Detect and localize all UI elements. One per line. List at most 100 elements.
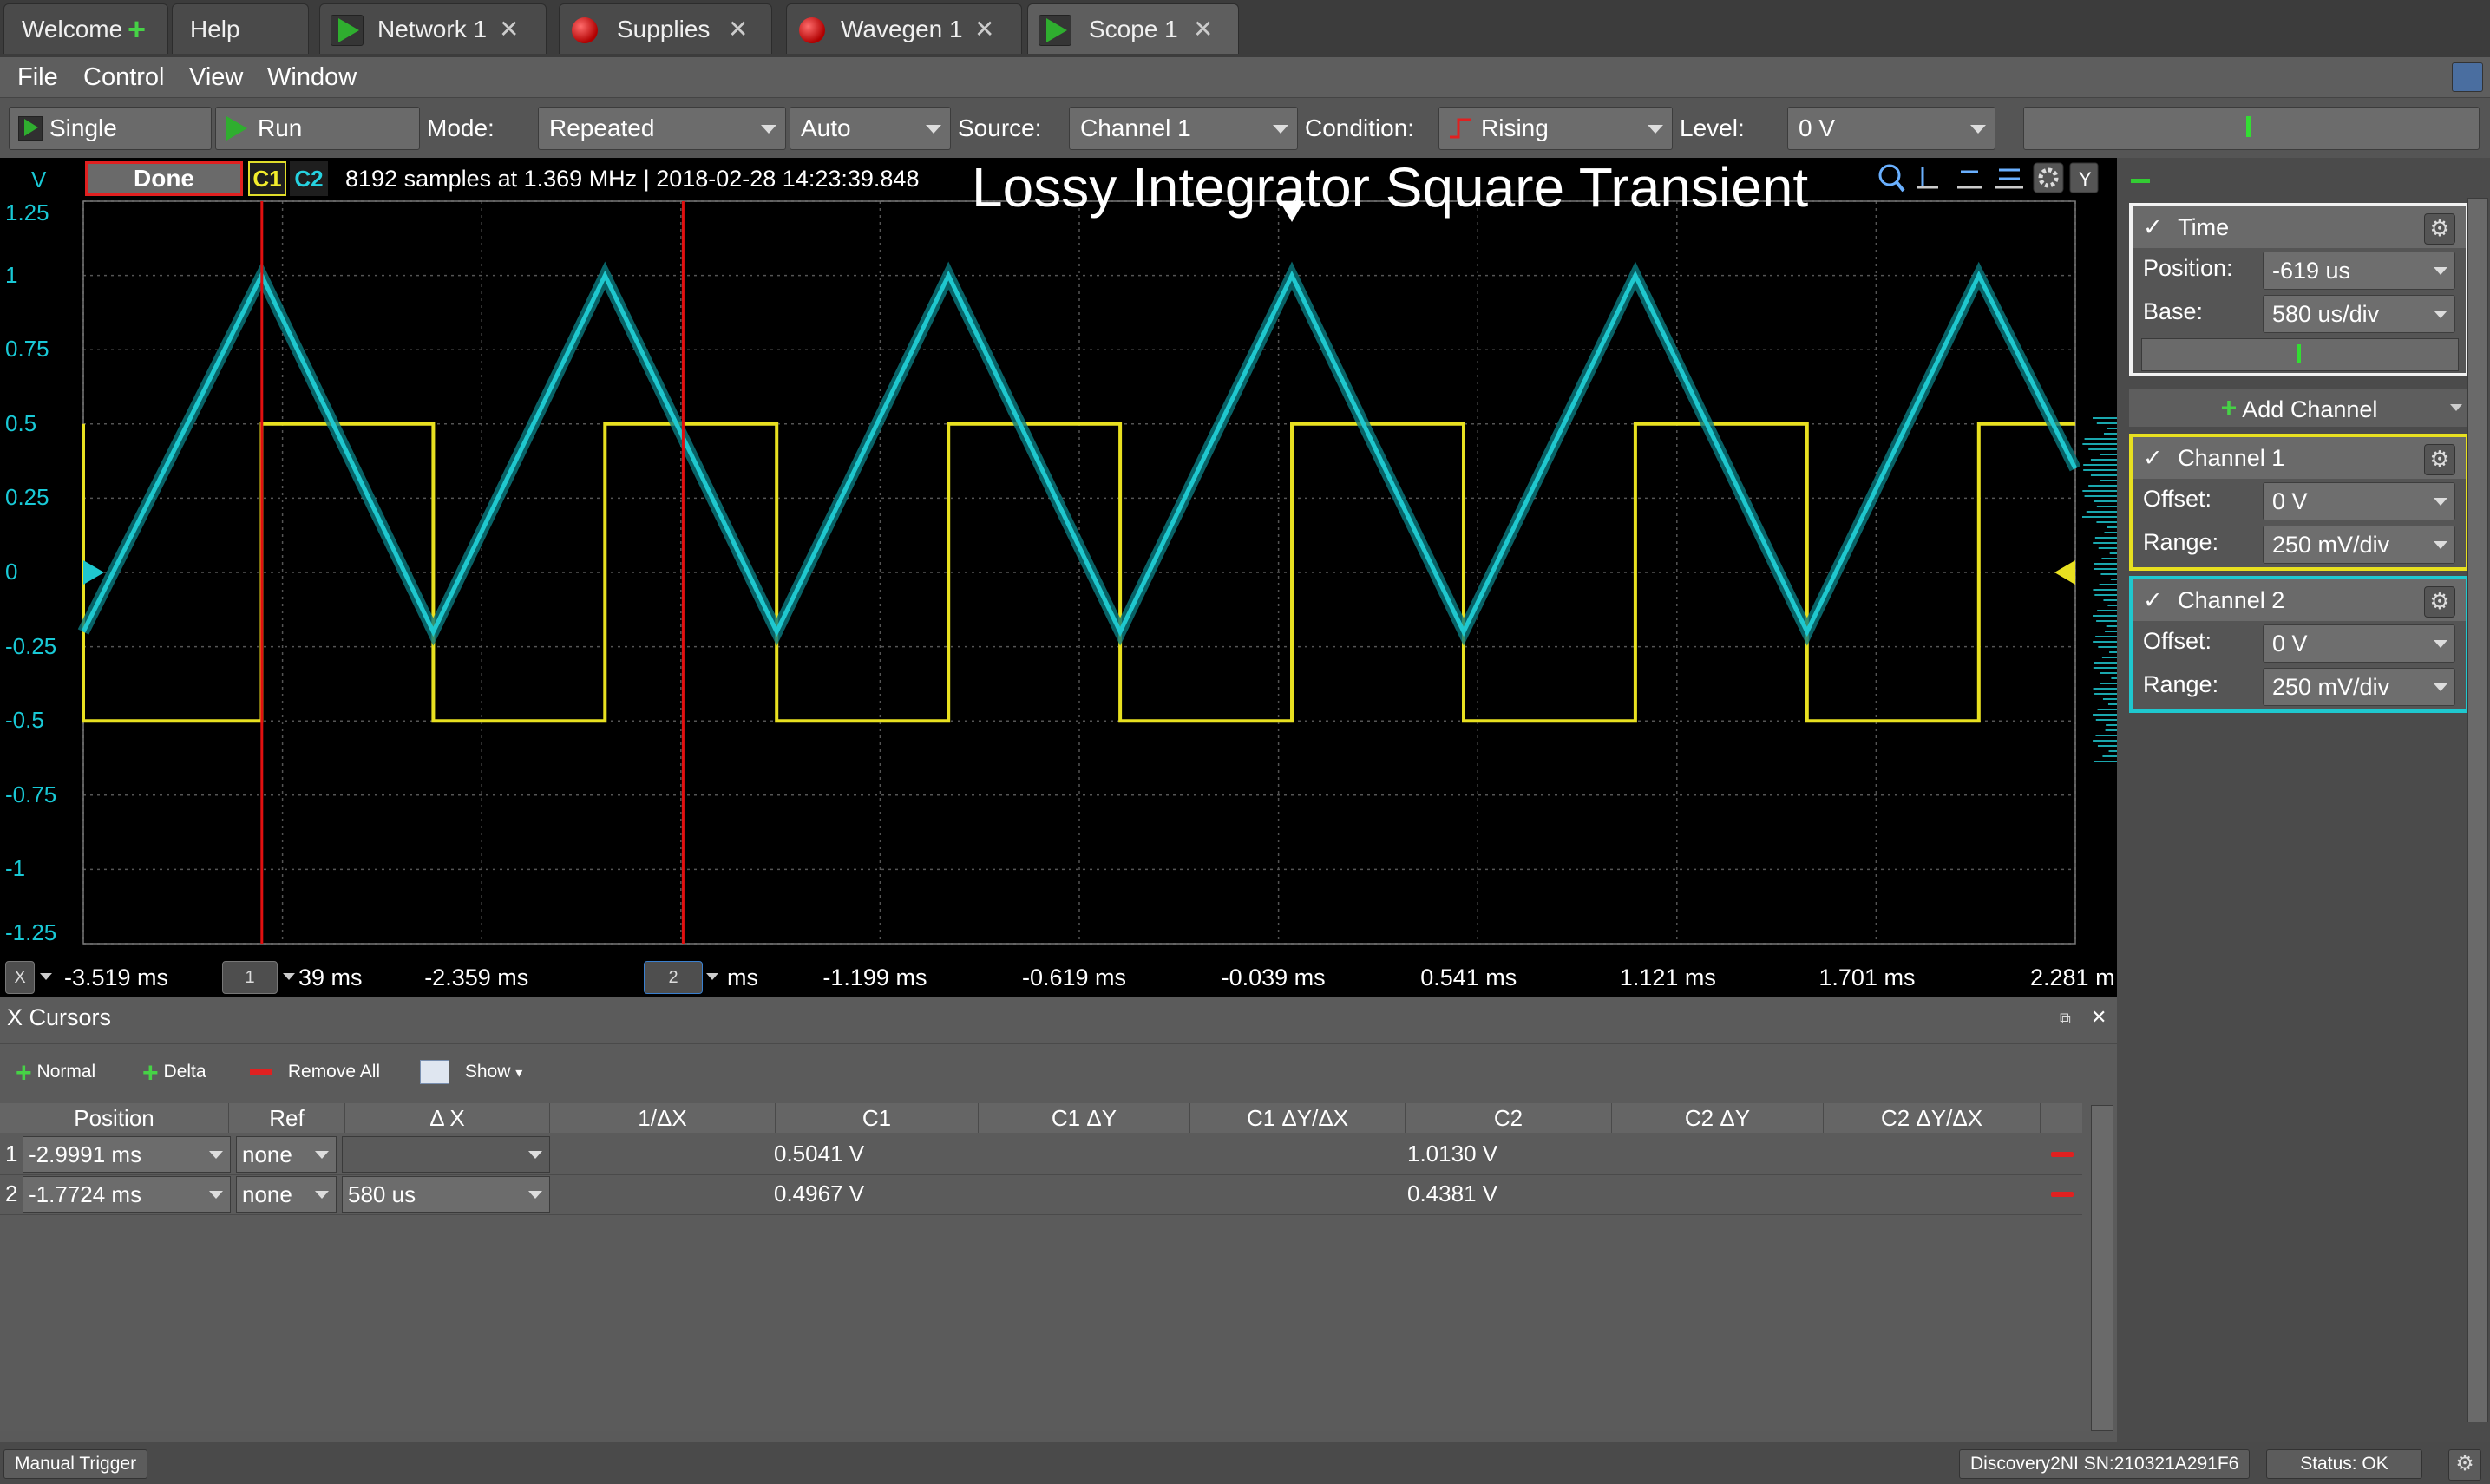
plot-canvas[interactable] — [0, 158, 2117, 956]
chevron-down-icon[interactable] — [40, 973, 52, 980]
condition-select[interactable]: Rising — [1438, 107, 1673, 150]
tab-wavegen[interactable]: Wavegen 1 ✕ — [786, 3, 1022, 54]
cursor-position-input[interactable]: -2.9991 ms — [23, 1136, 231, 1173]
menu-file[interactable]: File — [17, 57, 58, 97]
check-icon[interactable]: ✓ — [2143, 214, 2163, 240]
chevron-down-icon — [2434, 311, 2447, 318]
channel2-offset-input[interactable]: 0 V — [2263, 624, 2455, 663]
add-normal-cursor-button[interactable]: + Normal — [16, 1056, 95, 1088]
channel1-tag[interactable]: C1 — [248, 161, 286, 196]
col-position[interactable]: Position — [0, 1103, 229, 1133]
col-c1-dy[interactable]: C1 ΔY — [979, 1103, 1190, 1133]
close-icon[interactable]: ✕ — [2091, 1006, 2107, 1029]
channel1-header[interactable]: ✓ Channel 1 ⚙ — [2133, 437, 2466, 479]
y-tick-label: -1 — [5, 855, 26, 882]
trigger-level-slider[interactable] — [2023, 107, 2480, 150]
gear-icon[interactable]: ⚙ — [2424, 213, 2455, 245]
mode-select[interactable]: Repeated — [538, 107, 786, 150]
col-inv-dx[interactable]: 1/ΔX — [550, 1103, 776, 1133]
time-position-slider[interactable] — [2141, 338, 2459, 371]
single-button[interactable]: Single — [9, 107, 212, 150]
col-c1[interactable]: C1 — [776, 1103, 979, 1133]
plot-tools: Y — [1878, 162, 2099, 193]
channel2-tag[interactable]: C2 — [290, 161, 328, 196]
menu-control[interactable]: Control — [83, 57, 165, 97]
channel1-range-value: 250 mV/div — [2272, 532, 2390, 558]
dock-window-icon[interactable] — [2452, 62, 2483, 92]
close-icon[interactable]: ✕ — [728, 4, 748, 55]
cursor-ref-select[interactable]: none — [236, 1176, 337, 1213]
chevron-down-icon — [2434, 541, 2447, 549]
remove-all-cursors-button[interactable]: Remove All — [250, 1056, 380, 1088]
level-input[interactable]: 0 V — [1787, 107, 1995, 150]
measure-icon[interactable] — [1957, 170, 1982, 189]
chevron-down-icon[interactable] — [706, 973, 718, 980]
check-icon[interactable]: ✓ — [2143, 445, 2163, 471]
stop-icon — [799, 17, 825, 43]
show-columns-button[interactable]: Show ▾ — [420, 1056, 522, 1089]
gear-icon[interactable]: ⚙ — [2424, 444, 2455, 475]
gear-icon[interactable]: ⚙ — [2424, 586, 2455, 618]
col-c1-dydx[interactable]: C1 ΔY/ΔX — [1190, 1103, 1406, 1133]
normal-label: Normal — [36, 1062, 96, 1082]
plus-icon: + — [16, 1056, 32, 1088]
col-c2[interactable]: C2 — [1406, 1103, 1612, 1133]
cursor-dx-input[interactable] — [342, 1136, 550, 1173]
col-c2-dydx[interactable]: C2 ΔY/ΔX — [1824, 1103, 2041, 1133]
col-ref[interactable]: Ref — [229, 1103, 345, 1133]
x-axis-menu-button[interactable]: X — [5, 961, 35, 994]
row-index: 2 — [5, 1180, 18, 1206]
time-position-input[interactable]: -619 us — [2263, 252, 2455, 290]
add-channel-button[interactable]: + Add Channel — [2129, 389, 2469, 427]
menu-view[interactable]: View — [189, 57, 243, 97]
status-button[interactable]: Status: OK — [2266, 1449, 2422, 1479]
trigger-auto-select[interactable]: Auto — [790, 107, 951, 150]
add-delta-cursor-button[interactable]: + Delta — [142, 1056, 206, 1088]
gear-icon[interactable]: ⚙ — [2448, 1449, 2481, 1481]
run-button[interactable]: Run — [215, 107, 420, 150]
time-header[interactable]: ✓ Time ⚙ — [2133, 206, 2466, 248]
zoom-icon[interactable] — [1878, 164, 1905, 193]
cursor2-handle[interactable]: 2 — [644, 961, 703, 994]
grid-icon[interactable] — [1995, 168, 2023, 189]
channel1-range-input[interactable]: 250 mV/div — [2263, 526, 2455, 564]
chevron-down-icon[interactable] — [283, 973, 295, 980]
scope-plot[interactable]: V 1.25 1 0.75 0.5 0.25 0 -0.25 -0.5 -0.75 -1 -1.25… — [0, 156, 2117, 1001]
channel2-range-input[interactable]: 250 mV/div — [2263, 668, 2455, 706]
close-icon[interactable]: ✕ — [974, 4, 994, 55]
col-dx[interactable]: Δ X — [345, 1103, 550, 1133]
channel2-header[interactable]: ✓ Channel 2 ⚙ — [2133, 579, 2466, 621]
cursor-ref-select[interactable]: none — [236, 1136, 337, 1173]
restore-icon[interactable]: ⧉ — [2060, 1010, 2071, 1028]
y-tick-label: -0.5 — [5, 707, 44, 734]
collapse-icon[interactable] — [2131, 179, 2150, 183]
row-index: 1 — [5, 1141, 18, 1167]
cursor-position-input[interactable]: -1.7724 ms — [23, 1176, 231, 1213]
menu-window[interactable]: Window — [267, 57, 357, 97]
channel1-offset-input[interactable]: 0 V — [2263, 482, 2455, 520]
tab-help[interactable]: Help — [172, 3, 309, 54]
tab-welcome[interactable]: Welcome + — [3, 3, 168, 54]
right-panel-scrollbar[interactable] — [2467, 198, 2488, 1422]
col-c2-dy[interactable]: C2 ΔY — [1612, 1103, 1824, 1133]
source-select[interactable]: Channel 1 — [1069, 107, 1298, 150]
gear-icon[interactable] — [2033, 162, 2064, 193]
tab-supplies[interactable]: Supplies ✕ — [559, 3, 772, 54]
slider-thumb[interactable] — [2297, 344, 2301, 363]
time-base-input[interactable]: 580 us/div — [2263, 295, 2455, 333]
check-icon[interactable]: ✓ — [2143, 587, 2163, 613]
remove-cursor-icon[interactable] — [2051, 1152, 2074, 1157]
tab-scope[interactable]: Scope 1 ✕ — [1027, 3, 1239, 54]
y-axis-menu-button[interactable]: Y — [2069, 162, 2099, 193]
close-icon[interactable]: ✕ — [1193, 4, 1213, 55]
manual-trigger-button[interactable]: Manual Trigger — [3, 1449, 148, 1479]
table-scrollbar[interactable] — [2091, 1105, 2113, 1431]
tab-network[interactable]: Network 1 ✕ — [319, 3, 547, 54]
cursor1-handle[interactable]: 1 — [222, 961, 278, 994]
device-button[interactable]: Discovery2NI SN:210321A291F6 — [1959, 1449, 2251, 1479]
close-icon[interactable]: ✕ — [499, 4, 519, 55]
cursor-tool-icon[interactable] — [1917, 167, 1938, 189]
cursor-dx-input[interactable]: 580 us — [342, 1176, 550, 1213]
remove-cursor-icon[interactable] — [2051, 1192, 2074, 1197]
slider-thumb[interactable] — [2246, 116, 2251, 137]
